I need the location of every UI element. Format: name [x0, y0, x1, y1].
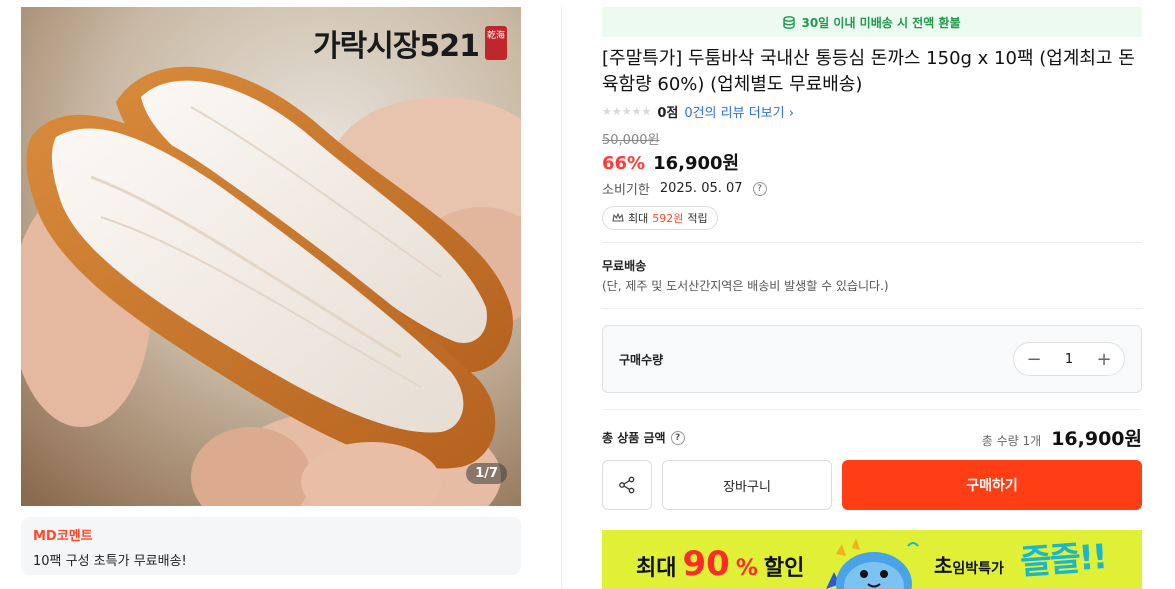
promo-suffix: 할인 — [763, 556, 805, 581]
sale-price: 16,900원 — [653, 153, 740, 174]
share-icon — [619, 476, 635, 494]
total-quantity: 총 수량 1개 — [981, 434, 1042, 448]
md-comment-box: MD코멘트 10팩 구성 초특가 무료배송! — [21, 517, 521, 575]
brand-seal: 乾海 — [485, 26, 508, 60]
review-link[interactable]: 0건의 리뷰 더보기 › — [684, 102, 794, 121]
md-comment-title: MD코멘트 — [33, 529, 93, 544]
promo-right-small: 임박특가 — [952, 561, 1004, 577]
points-value: 592원 — [652, 212, 684, 225]
product-title: [주말특가] 두툼바삭 국내산 통등심 돈까스 150g x 10팩 (업계최고… — [602, 48, 1135, 95]
promo-right-text: 초임박특가 — [934, 550, 1004, 579]
section-divider — [602, 242, 1142, 243]
md-comment-text: 10팩 구성 초특가 무료배송! — [33, 554, 187, 569]
discount-rate: 66% — [602, 153, 646, 174]
product-photo — [21, 7, 521, 506]
image-counter: 1/7 — [466, 463, 507, 484]
brand-logo-text: 가락시장521 — [313, 29, 480, 64]
quantity-label: 구매수량 — [619, 352, 664, 367]
cart-button[interactable]: 장바구니 — [662, 460, 832, 510]
review-link-label: 0건의 리뷰 더보기 — [684, 106, 785, 121]
expiry-row: 소비기한 2025. 05. 07 ? — [602, 179, 1142, 198]
total-price: 16,900원 — [1051, 428, 1142, 450]
column-divider — [561, 7, 562, 589]
promo-headline: 최대 90% 할인 — [636, 544, 804, 584]
promo-number: 90 — [682, 544, 730, 584]
buy-button[interactable]: 구매하기 — [842, 460, 1142, 510]
points-prefix: 최대 — [628, 212, 649, 225]
section-divider — [602, 308, 1142, 309]
action-buttons: 장바구니 구매하기 — [602, 460, 1142, 510]
section-divider — [602, 409, 1142, 410]
points-badge[interactable]: 최대 592원 적립 — [602, 206, 718, 230]
help-icon[interactable]: ? — [752, 181, 767, 196]
product-image-gallery[interactable]: 가락시장521 乾海 1/7 — [21, 7, 521, 506]
total-label-wrap: 총 상품 금액 ? — [602, 429, 685, 446]
points-suffix: 적립 — [687, 212, 708, 225]
crown-icon — [612, 213, 624, 222]
price-row: 66% 16,900원 — [602, 149, 1142, 175]
shipping-title: 무료배송 — [602, 259, 647, 273]
promo-bang: 즐즐!! — [1018, 537, 1108, 583]
coin-stack-icon — [783, 15, 796, 29]
star-rating-icon: ★★★★★ — [602, 105, 652, 118]
help-icon[interactable]: ? — [670, 430, 685, 445]
rating-row: ★★★★★ 0점 0건의 리뷰 더보기 › — [602, 102, 1142, 121]
promo-banner[interactable]: 최대 90% 할인 초임박특가 즐즐!! — [602, 530, 1142, 589]
quantity-value: 1 — [1064, 351, 1074, 367]
shipping-info: 무료배송 (단, 제주 및 도서산간지역은 배송비 발생할 수 있습니다.) — [602, 257, 1142, 294]
total-summary: 총 수량 1개 16,900원 — [982, 424, 1142, 451]
shipping-note: (단, 제주 및 도서산간지역은 배송비 발생할 수 있습니다.) — [602, 279, 889, 293]
mascot-icon — [826, 538, 919, 589]
chevron-right-icon: › — [788, 106, 794, 121]
original-price: 50,000원 — [602, 133, 660, 148]
refund-banner-text: 30일 이내 미배송 시 전액 환불 — [801, 15, 961, 30]
minus-icon[interactable]: − — [1026, 349, 1042, 370]
plus-icon[interactable]: + — [1096, 349, 1112, 370]
refund-banner: 30일 이내 미배송 시 전액 환불 — [602, 7, 1142, 37]
rating-score: 0점 — [657, 106, 679, 121]
promo-percent: % — [735, 556, 758, 581]
total-row: 총 상품 금액 ? 총 수량 1개 16,900원 — [602, 424, 1142, 451]
expiry-value: 2025. 05. 07 — [659, 181, 743, 196]
quantity-box: 구매수량 − 1 + — [602, 325, 1142, 393]
expiry-label: 소비기한 — [602, 183, 650, 198]
quantity-stepper: − 1 + — [1013, 342, 1125, 376]
promo-right-big: 초 — [934, 554, 953, 578]
brand-logo: 가락시장521 乾海 — [313, 21, 508, 65]
total-label: 총 상품 금액 — [602, 431, 666, 445]
product-info-panel: 30일 이내 미배송 시 전액 환불 [주말특가] 두툼바삭 국내산 통등심 돈… — [602, 7, 1142, 589]
share-button[interactable] — [602, 460, 652, 510]
promo-prefix: 최대 — [636, 556, 677, 581]
